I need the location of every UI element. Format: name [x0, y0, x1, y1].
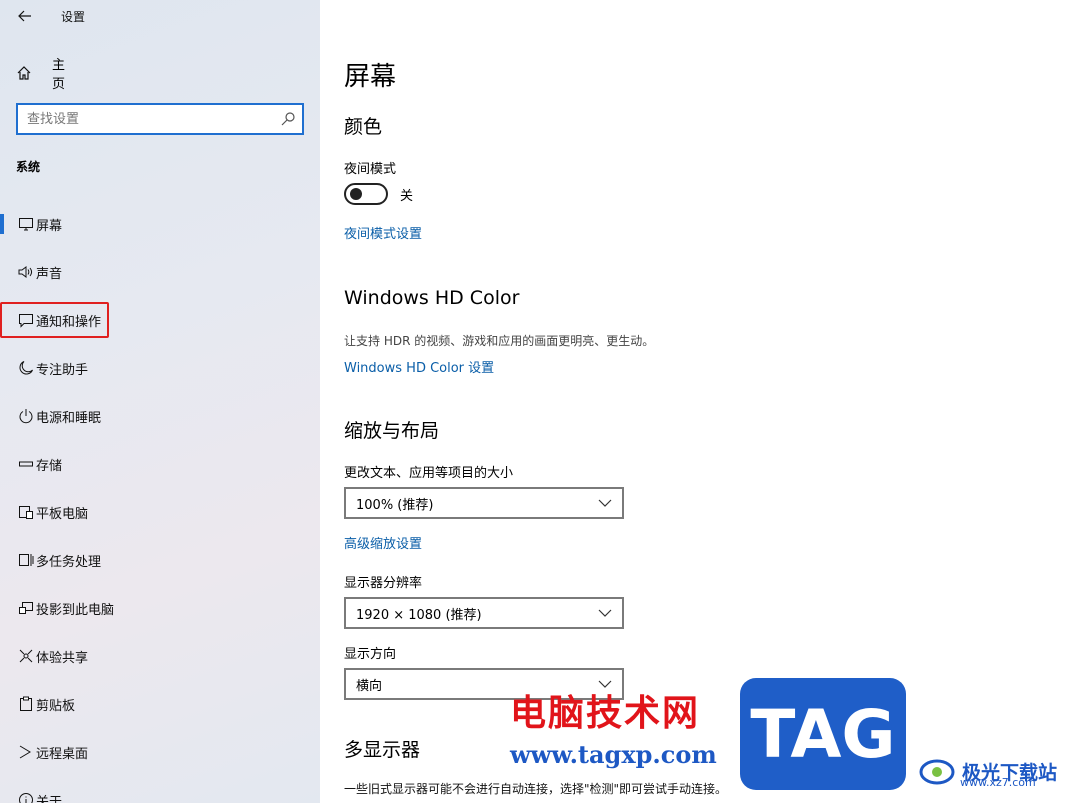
sidebar-item-storage[interactable]: 存储 — [0, 440, 320, 488]
sidebar-item-label: 多任务处理 — [36, 554, 102, 570]
night-light-label: 夜间模式 — [344, 162, 397, 177]
home-nav-item[interactable]: 主页 — [16, 58, 65, 92]
sidebar-item-label: 关于 — [36, 794, 63, 803]
storage-icon — [16, 454, 36, 474]
sidebar-nav: 屏幕 声音 通知和操作 专注助手 电源和睡眠 存储 平板电脑 多任务处理 投影到… — [0, 200, 320, 803]
sidebar-item-shared-experiences[interactable]: 体验共享 — [0, 632, 320, 680]
main-content: 屏幕 颜色 夜间模式 关 夜间模式设置 Windows HD Color 让支持… — [320, 0, 1079, 803]
sidebar-item-label: 剪贴板 — [36, 698, 76, 714]
multi-display-description: 一些旧式显示器可能不会进行自动连接，选择"检测"即可尝试手动连接。 — [344, 782, 728, 796]
sidebar-item-multitasking[interactable]: 多任务处理 — [0, 536, 320, 584]
page-title: 屏幕 — [344, 62, 397, 92]
scale-dropdown[interactable]: 100% (推荐) — [344, 487, 624, 519]
scale-heading: 缩放与布局 — [344, 420, 440, 442]
moon-icon — [16, 358, 36, 378]
watermark-text: 电脑技术网 — [510, 692, 701, 734]
resolution-value: 1920 × 1080 (推荐) — [356, 607, 482, 623]
remote-icon — [16, 742, 36, 762]
search-input[interactable] — [18, 105, 268, 133]
scale-value: 100% (推荐) — [356, 497, 434, 513]
sidebar-item-remote-desktop[interactable]: 远程桌面 — [0, 728, 320, 776]
chevron-down-icon — [598, 497, 612, 513]
tablet-icon — [16, 502, 36, 522]
sidebar-item-label: 声音 — [36, 266, 63, 282]
sidebar-item-sound[interactable]: 声音 — [0, 248, 320, 296]
orientation-label: 显示方向 — [344, 647, 397, 662]
sidebar-item-label: 屏幕 — [36, 218, 63, 234]
sidebar-item-notifications[interactable]: 通知和操作 — [0, 296, 320, 344]
message-icon — [16, 310, 36, 330]
hdr-heading: Windows HD Color — [344, 287, 520, 309]
back-button[interactable] — [12, 4, 38, 28]
sidebar-item-focus-assist[interactable]: 专注助手 — [0, 344, 320, 392]
sidebar-item-clipboard[interactable]: 剪贴板 — [0, 680, 320, 728]
toggle-knob — [350, 188, 362, 200]
power-icon — [16, 406, 36, 426]
watermark-url: www.tagxp.com — [510, 740, 717, 769]
search-icon[interactable] — [280, 111, 296, 131]
resolution-dropdown[interactable]: 1920 × 1080 (推荐) — [344, 597, 624, 629]
sidebar-item-label: 专注助手 — [36, 362, 89, 378]
hdr-description: 让支持 HDR 的视频、游戏和应用的画面更明亮、更生动。 — [344, 334, 655, 348]
night-light-state: 关 — [400, 188, 414, 204]
aurora-logo-icon — [919, 759, 955, 785]
home-icon — [16, 65, 36, 81]
sidebar-item-tablet[interactable]: 平板电脑 — [0, 488, 320, 536]
clipboard-icon — [16, 694, 36, 714]
share-icon — [16, 646, 36, 666]
project-icon — [16, 598, 36, 618]
night-light-settings-link[interactable]: 夜间模式设置 — [344, 223, 422, 242]
window-title: 设置 — [61, 10, 86, 24]
multi-display-heading: 多显示器 — [344, 739, 421, 761]
night-light-toggle[interactable] — [344, 183, 388, 205]
home-label: 主页 — [52, 58, 66, 92]
night-light-toggle-row: 关 — [344, 183, 413, 205]
sidebar-item-label: 电源和睡眠 — [36, 410, 102, 426]
sidebar-item-label: 投影到此电脑 — [36, 602, 115, 618]
chevron-down-icon — [598, 607, 612, 623]
multitask-icon — [16, 550, 36, 570]
title-bar: 设置 — [0, 0, 320, 32]
sidebar: 设置 主页 系统 屏幕 声音 通知和操作 专注助手 — [0, 0, 320, 803]
speaker-icon — [16, 262, 36, 282]
watermark-site: 极光下载站 www.xz7.com — [918, 752, 1057, 790]
monitor-icon — [16, 214, 36, 234]
hdr-settings-link[interactable]: Windows HD Color 设置 — [344, 357, 494, 376]
resolution-label: 显示器分辨率 — [344, 576, 423, 591]
back-arrow-icon — [18, 10, 31, 22]
info-icon — [16, 790, 36, 803]
sidebar-item-about[interactable]: 关于 — [0, 776, 320, 803]
scale-label: 更改文本、应用等项目的大小 — [344, 466, 514, 481]
sidebar-item-power-sleep[interactable]: 电源和睡眠 — [0, 392, 320, 440]
sidebar-item-label: 通知和操作 — [36, 314, 102, 330]
color-heading: 颜色 — [344, 116, 383, 138]
section-label: 系统 — [16, 160, 41, 174]
search-box[interactable] — [16, 103, 304, 135]
sidebar-item-label: 远程桌面 — [36, 746, 89, 762]
sidebar-item-label: 体验共享 — [36, 650, 89, 666]
sidebar-item-label: 平板电脑 — [36, 506, 89, 522]
sidebar-item-project[interactable]: 投影到此电脑 — [0, 584, 320, 632]
sidebar-item-label: 存储 — [36, 458, 63, 474]
orientation-value: 横向 — [356, 678, 383, 694]
advanced-scale-link[interactable]: 高级缩放设置 — [344, 533, 422, 552]
sidebar-item-display[interactable]: 屏幕 — [0, 200, 320, 248]
watermark-tag-logo: TAG — [740, 678, 906, 790]
watermark-site-url: www.xz7.com — [960, 776, 1036, 789]
